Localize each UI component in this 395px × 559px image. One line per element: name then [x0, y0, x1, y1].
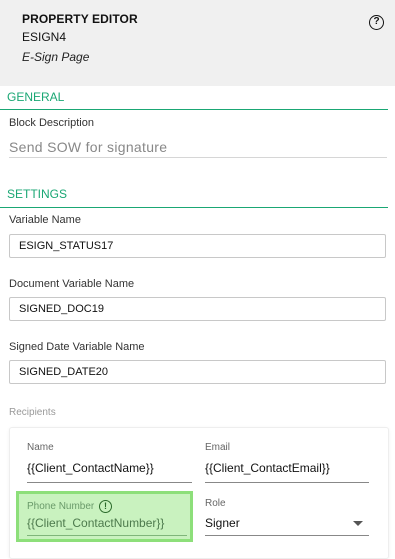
variable-name-label: Variable Name: [9, 214, 81, 226]
signed-date-variable-name-input[interactable]: [9, 360, 386, 384]
block-description-underline: [9, 157, 387, 158]
recipient-email-label: Email: [205, 442, 231, 453]
settings-section-title[interactable]: SETTINGS: [7, 187, 67, 201]
signed-date-variable-name-label: Signed Date Variable Name: [9, 341, 145, 353]
property-editor-header: PROPERTY EDITOR ESIGN4 E-Sign Page ?: [0, 0, 395, 86]
variable-name-input[interactable]: [9, 234, 386, 258]
recipient-name-field[interactable]: {{Client_ContactName}}: [27, 461, 154, 475]
recipient-name-underline: [27, 482, 192, 483]
page-type: E-Sign Page: [22, 50, 90, 64]
general-divider: [0, 109, 388, 110]
warning-icon[interactable]: !: [99, 500, 112, 513]
document-variable-name-input[interactable]: [9, 297, 386, 321]
recipient-email-field[interactable]: {{Client_ContactEmail}}: [205, 461, 330, 475]
block-description-field[interactable]: Send SOW for signature: [9, 139, 167, 155]
recipient-phone-label: Phone Number: [27, 501, 95, 512]
document-variable-name-label: Document Variable Name: [9, 278, 135, 290]
help-icon[interactable]: ?: [369, 15, 384, 30]
recipient-phone-field[interactable]: {{Client_ContactNumber}}: [27, 516, 164, 530]
recipient-role-select[interactable]: Signer: [205, 516, 240, 530]
chevron-down-icon[interactable]: [353, 521, 363, 526]
block-description-label: Block Description: [9, 117, 94, 129]
recipient-name-label: Name: [27, 442, 54, 453]
settings-divider: [0, 207, 388, 208]
panel-title: PROPERTY EDITOR: [22, 12, 138, 26]
recipient-phone-underline: [27, 535, 187, 536]
recipients-label: Recipients: [9, 407, 56, 418]
general-section-title[interactable]: GENERAL: [7, 90, 64, 104]
recipient-role-label: Role: [205, 498, 226, 509]
block-id: ESIGN4: [22, 30, 67, 44]
recipient-role-underline: [205, 535, 369, 536]
recipient-email-underline: [205, 482, 369, 483]
